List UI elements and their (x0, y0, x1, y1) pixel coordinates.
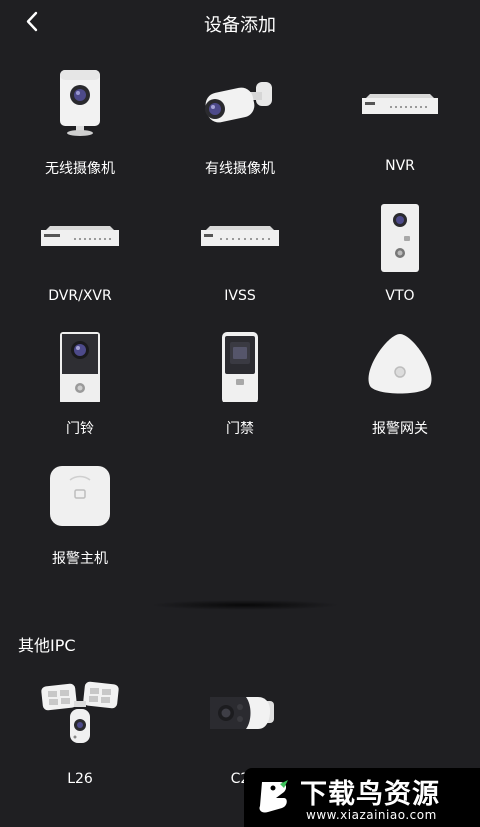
alarm-hub-icon (40, 452, 120, 532)
device-label: NVR (385, 158, 415, 174)
c2-camera-icon (200, 675, 280, 755)
page-title: 设备添加 (204, 15, 276, 36)
device-item-wireless-camera[interactable]: 无线摄像机 (0, 62, 160, 187)
device-item-vto[interactable]: VTO (320, 192, 480, 317)
device-item-wired-camera[interactable]: 有线摄像机 (160, 62, 320, 187)
device-label: L26 (67, 771, 93, 787)
device-label: 门铃 (66, 421, 94, 437)
nvr-recorder-icon (360, 62, 440, 142)
device-item-dvr-xvr[interactable]: DVR/XVR (0, 192, 160, 317)
device-item-l26[interactable]: L26 (0, 675, 160, 800)
device-label: VTO (385, 288, 415, 304)
device-item-doorbell[interactable]: 门铃 (0, 322, 160, 447)
access-control-icon (200, 322, 280, 402)
device-label: 门禁 (226, 421, 254, 437)
bird-logo-icon (254, 776, 294, 818)
device-label: 无线摄像机 (45, 161, 115, 177)
ivss-server-icon (200, 192, 280, 272)
dvr-recorder-icon (40, 192, 120, 272)
device-label: 报警网关 (372, 421, 428, 437)
device-label: IVSS (224, 288, 256, 304)
device-item-access-control[interactable]: 门禁 (160, 322, 320, 447)
alarm-gateway-icon (360, 322, 440, 402)
doorbell-icon (40, 322, 120, 402)
section-title-other-ipc: 其他IPC (18, 636, 76, 655)
device-item-alarm-gateway[interactable]: 报警网关 (320, 322, 480, 447)
device-item-nvr[interactable]: NVR (320, 62, 480, 187)
vto-doorstation-icon (360, 192, 440, 272)
device-label: 报警主机 (52, 551, 108, 567)
device-item-ivss[interactable]: IVSS (160, 192, 320, 317)
floodlight-camera-icon (40, 675, 120, 755)
section-divider (150, 600, 340, 610)
watermark-url: www.xiazainiao.com (306, 808, 437, 822)
watermark-badge: 下载鸟资源 www.xiazainiao.com (244, 768, 480, 827)
device-label: DVR/XVR (48, 288, 112, 304)
wireless-camera-icon (40, 62, 120, 142)
device-label: 有线摄像机 (205, 161, 275, 177)
header-bar: 设备添加 (0, 0, 480, 44)
device-item-alarm-hub[interactable]: 报警主机 (0, 452, 160, 577)
wired-bullet-camera-icon (200, 62, 280, 142)
watermark-text: 下载鸟资源 (300, 779, 440, 810)
